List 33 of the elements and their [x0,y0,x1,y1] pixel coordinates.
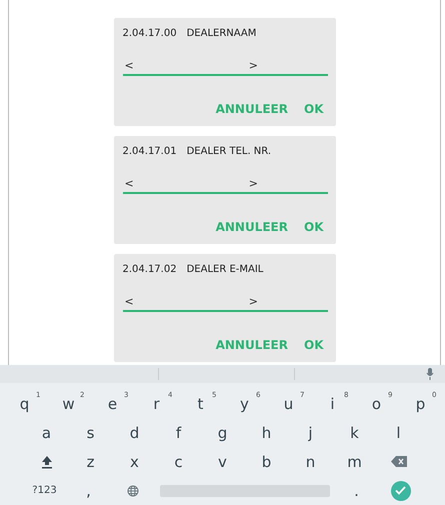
keyboard-key[interactable]: n [288,448,332,476]
keyboard-key[interactable]: m [332,448,376,476]
parameter-code: 2.04.17.02 [122,264,177,275]
dialog-title: DEALER E-MAIL [186,264,264,275]
microphone-icon[interactable] [426,368,434,380]
keyboard-key[interactable]: , [66,476,110,504]
keyboard-key[interactable]: g [200,418,244,446]
keyboard-key[interactable]: l [376,418,420,446]
input-field[interactable]: < > [122,295,328,312]
input-field[interactable]: < > [122,177,328,194]
dialog-title: DEALERNAAM [186,28,256,39]
keyboard-key[interactable]: c [156,448,200,476]
keyboard-key[interactable]: x [112,448,156,476]
symbols-key[interactable]: ?123 [22,476,66,504]
parameter-code: 2.04.17.01 [122,146,177,157]
parameter-code: 2.04.17.00 [122,28,177,39]
input-field[interactable]: < > [122,59,328,76]
keyboard-key[interactable]: a [24,418,68,446]
keyboard-key[interactable]: v [200,448,244,476]
keyboard-key[interactable]: j [288,418,332,446]
keyboard-key[interactable]: k [332,418,376,446]
dialog-title: DEALER TEL. NR. [186,146,272,157]
keyboard-key[interactable]: d [112,418,156,446]
keyboard-key[interactable]: f [156,418,200,446]
keyboard-key[interactable]: z [68,448,112,476]
globe-icon [126,484,138,496]
backspace-icon [390,456,406,467]
keyboard-key[interactable]: . [334,476,378,504]
check-icon [395,486,406,495]
keyboard-key[interactable]: s [68,418,112,446]
keyboard-key[interactable]: h [244,418,288,446]
keyboard-key[interactable]: b [244,448,288,476]
shift-icon [40,454,52,468]
